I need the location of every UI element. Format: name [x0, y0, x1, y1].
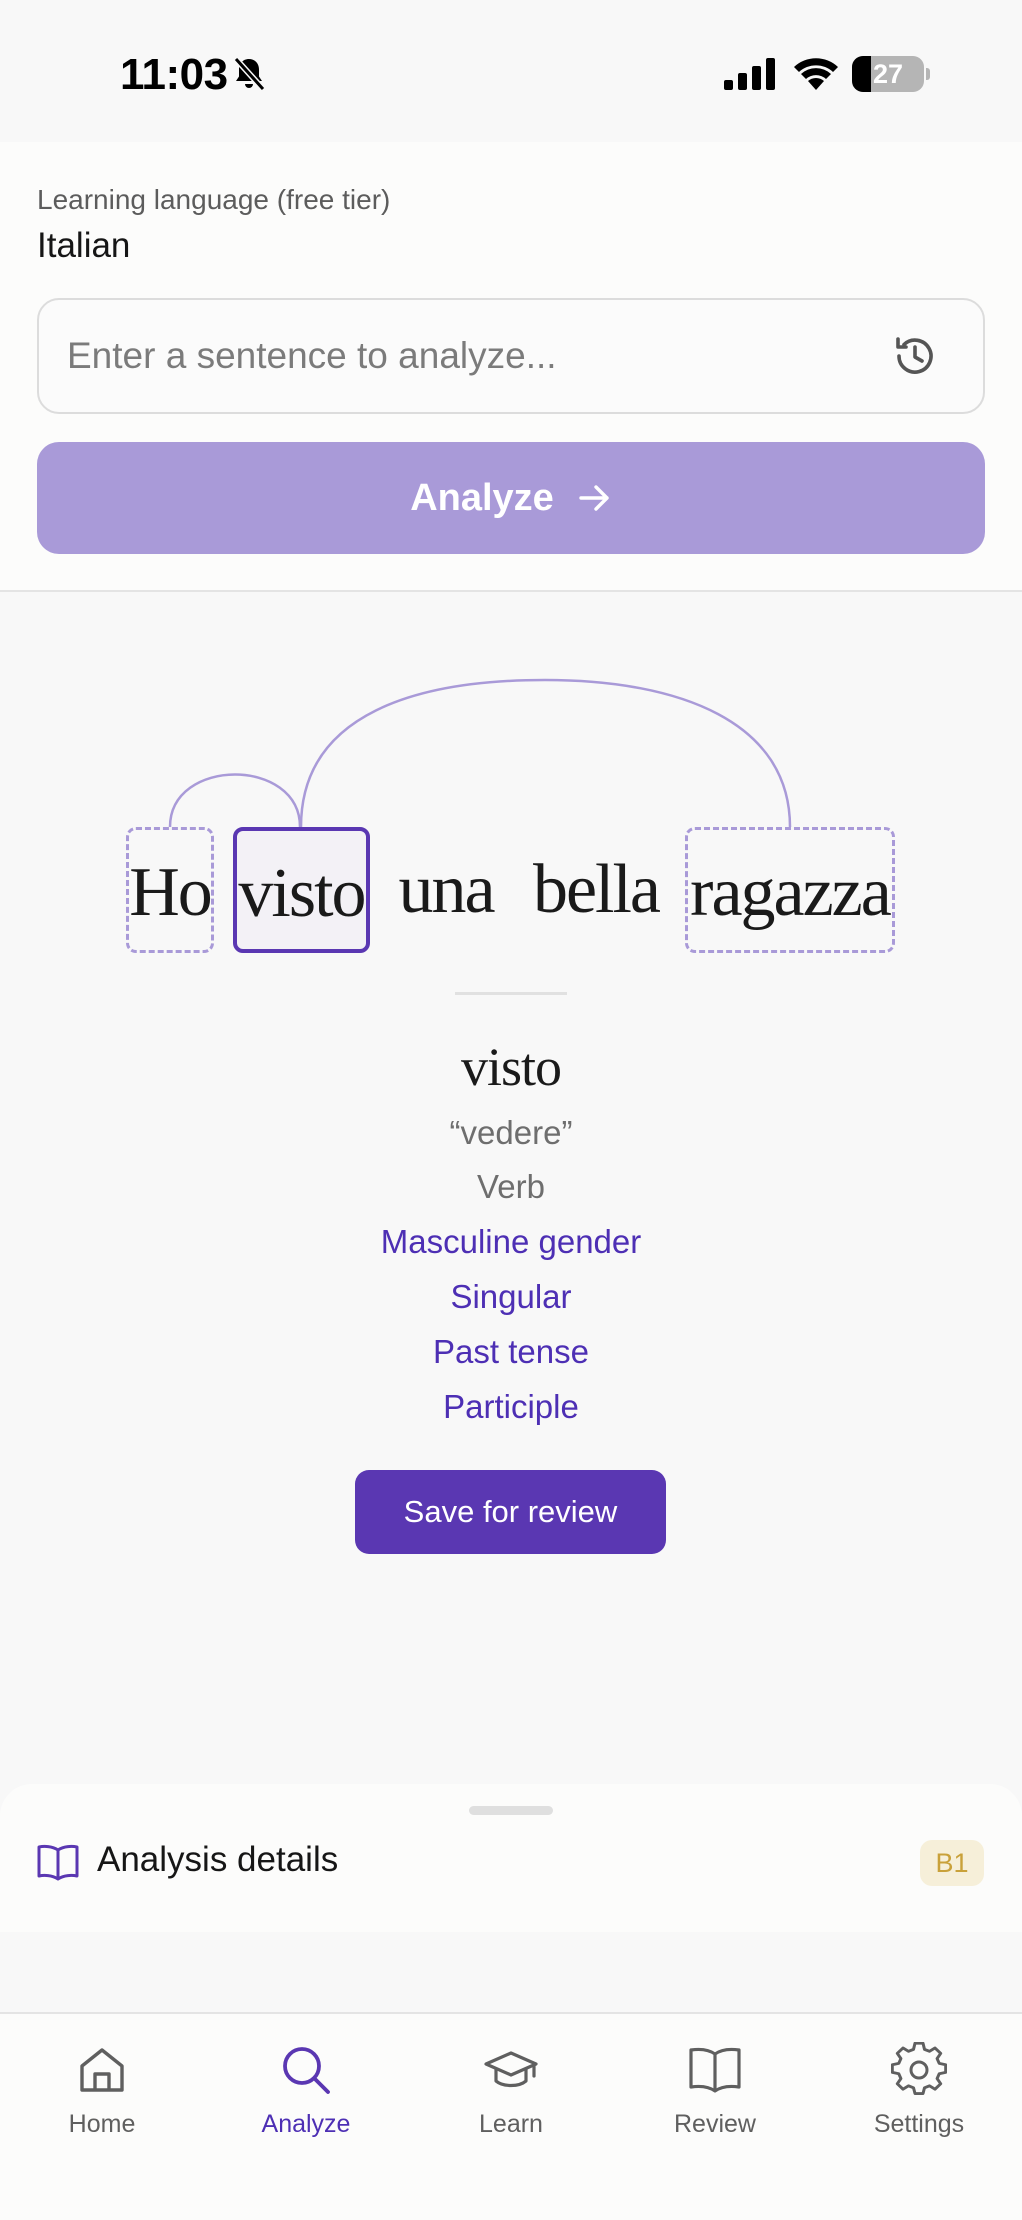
tab-review-label: Review	[674, 2110, 756, 2138]
history-icon[interactable]	[887, 328, 943, 384]
detail-pos: Verb	[477, 1168, 545, 1205]
save-for-review-button[interactable]: Save for review	[355, 1470, 666, 1554]
status-bar: 11:03 27	[0, 0, 1022, 142]
token-una[interactable]: una	[390, 827, 502, 953]
book-open-icon	[37, 1844, 79, 1881]
dependency-diagram: Ho visto una bella ragazza	[0, 592, 1022, 1012]
gear-icon	[891, 2042, 947, 2095]
search-icon	[283, 2047, 330, 2094]
token-ho[interactable]: Ho	[126, 827, 214, 953]
tab-home-label: Home	[68, 2110, 136, 2138]
detail-word: visto	[460, 1037, 562, 1097]
tab-home[interactable]: Home	[12, 2042, 192, 2152]
detail-lemma: “vedere”	[449, 1114, 573, 1151]
analysis-details-sheet[interactable]: Analysis details B1	[0, 1784, 1022, 1932]
tab-review[interactable]: Review	[625, 2042, 805, 2152]
wifi-icon	[794, 58, 838, 90]
tab-bar: Home Analyze Learn Review Settings	[0, 2012, 1022, 2220]
tab-analyze[interactable]: Analyze	[216, 2042, 396, 2152]
sentence-input-container	[37, 298, 985, 414]
token-bella[interactable]: bella	[523, 827, 669, 953]
sheet-drag-handle[interactable]	[469, 1806, 553, 1815]
language-value[interactable]: Italian	[37, 226, 130, 266]
analyze-button-label: Analyze	[410, 476, 554, 519]
tab-learn[interactable]: Learn	[421, 2042, 601, 2152]
divider	[455, 992, 567, 995]
battery-level: 27	[872, 59, 904, 89]
arrow-right-icon	[579, 485, 609, 511]
status-time: 11:03	[120, 50, 228, 99]
graduation-cap-icon	[484, 2051, 538, 2088]
cellular-signal-icon	[724, 58, 775, 90]
feature-number: Singular	[450, 1278, 572, 1315]
dependency-arc-ragazza	[299, 678, 792, 828]
dependency-arc-ho	[168, 773, 302, 828]
feature-tense: Past tense	[433, 1333, 589, 1370]
level-badge: B1	[920, 1840, 984, 1886]
tab-analyze-label: Analyze	[261, 2110, 351, 2138]
book-open-icon	[689, 2047, 741, 2093]
tab-learn-label: Learn	[479, 2110, 543, 2138]
token-ragazza[interactable]: ragazza	[685, 827, 895, 953]
tab-settings-label: Settings	[873, 2110, 965, 2138]
tab-settings[interactable]: Settings	[829, 2042, 1009, 2152]
sentence-input[interactable]	[67, 300, 887, 412]
input-panel: Learning language (free tier) Italian An…	[0, 142, 1022, 592]
battery-indicator: 27	[852, 56, 930, 92]
language-label: Learning language (free tier)	[37, 184, 391, 215]
token-visto[interactable]: visto	[233, 827, 370, 953]
analyze-button[interactable]: Analyze	[37, 442, 985, 554]
home-icon	[80, 2048, 124, 2092]
feature-verbform: Participle	[443, 1388, 579, 1425]
bell-muted-icon	[233, 56, 266, 92]
sheet-title: Analysis details	[97, 1840, 339, 1879]
feature-gender: Masculine gender	[380, 1223, 642, 1260]
